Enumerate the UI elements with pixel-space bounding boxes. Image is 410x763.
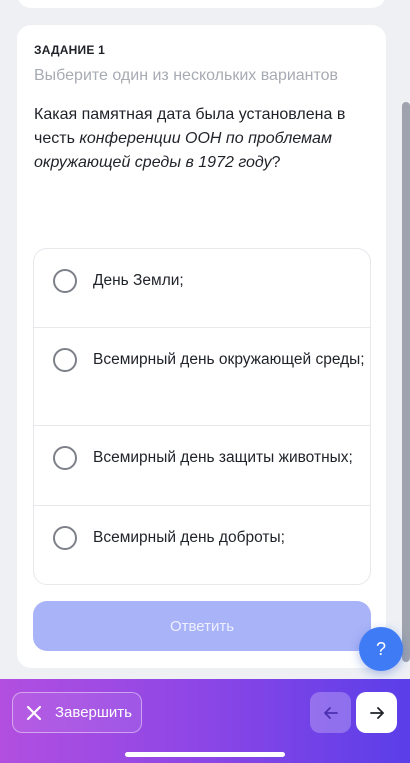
- question-text: Какая памятная дата была установлена в ч…: [34, 103, 354, 175]
- radio-button-icon[interactable]: [53, 269, 77, 293]
- home-indicator: [125, 752, 285, 757]
- finish-label: Завершить: [55, 704, 132, 721]
- scrollbar[interactable]: [402, 102, 410, 662]
- arrow-left-icon: [323, 706, 338, 719]
- question-text-italic: конференции ООН по проблемам окружающей …: [34, 130, 332, 171]
- previous-card-edge: [17, 0, 386, 8]
- help-icon: ?: [375, 638, 386, 659]
- task-number: ЗАДАНИЕ 1: [34, 43, 105, 57]
- radio-button-icon[interactable]: [53, 526, 77, 550]
- submit-answer-button[interactable]: Ответить: [33, 601, 371, 651]
- radio-button-icon[interactable]: [53, 348, 77, 372]
- arrow-right-icon: [369, 706, 384, 719]
- answer-option-4[interactable]: Всемирный день доброты;: [34, 506, 370, 584]
- radio-button-icon[interactable]: [53, 446, 77, 470]
- question-text-end: ?: [271, 154, 281, 171]
- bottom-navigation-bar: Завершить: [0, 679, 410, 763]
- close-icon: [26, 705, 42, 720]
- answer-option-3[interactable]: Всемирный день защиты животных;: [34, 426, 370, 506]
- answer-option-label: Всемирный день доброты;: [93, 529, 285, 546]
- answer-option-label: Всемирный день защиты животных;: [93, 449, 353, 466]
- answer-options: День Земли; Всемирный день окружающей ср…: [33, 248, 371, 585]
- answer-option-label: День Земли;: [93, 272, 184, 289]
- answer-option-1[interactable]: День Земли;: [34, 249, 370, 328]
- answer-option-2[interactable]: Всемирный день окружающей среды;: [34, 328, 370, 426]
- next-question-button[interactable]: [356, 692, 397, 733]
- task-hint: Выберите один из нескольких вариантов: [34, 67, 339, 84]
- answer-option-label: Всемирный день окружающей среды;: [93, 351, 365, 368]
- help-button[interactable]: ?: [359, 627, 403, 671]
- finish-button[interactable]: Завершить: [12, 692, 142, 733]
- previous-question-button[interactable]: [310, 692, 351, 733]
